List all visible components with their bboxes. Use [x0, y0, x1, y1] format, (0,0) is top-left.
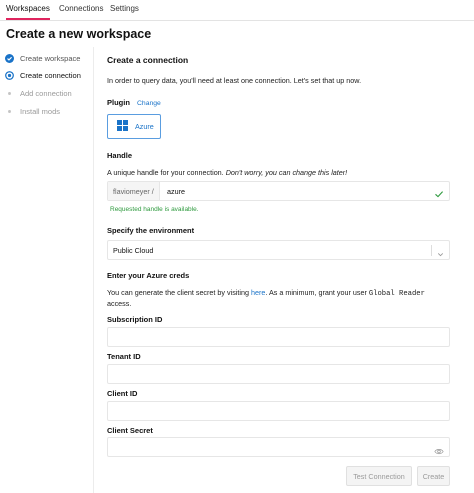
environment-selected: Public Cloud [113, 246, 154, 255]
dot-icon [5, 107, 14, 116]
eye-icon[interactable] [434, 443, 444, 461]
chevron-down-icon [436, 246, 445, 264]
select-divider [431, 245, 432, 256]
step-create-connection[interactable]: Create connection [5, 69, 81, 81]
tenant-id-label: Tenant ID [107, 352, 141, 361]
handle-status: Requested handle is available. [110, 206, 199, 213]
azure-logo-icon [117, 118, 128, 136]
environment-select[interactable]: Public Cloud [107, 240, 450, 260]
tenant-id-input[interactable] [107, 364, 450, 384]
check-circle-icon [5, 53, 14, 63]
top-navigation: Workspaces Connections Settings [0, 0, 474, 21]
step-create-workspace[interactable]: Create workspace [5, 52, 80, 64]
subscription-id-label: Subscription ID [107, 315, 163, 324]
create-button[interactable]: Create [417, 466, 450, 486]
radio-current-icon [5, 70, 14, 80]
creds-help-pre: You can generate the client secret by vi… [107, 288, 249, 297]
wizard-stepper: Create workspace Create connection Add c… [0, 47, 94, 493]
plugin-label: Plugin Change [107, 98, 161, 107]
handle-field[interactable]: flaviomeyer / azure [107, 181, 450, 201]
page-title: Create a new workspace [6, 27, 152, 41]
handle-help: A unique handle for your connection. Don… [107, 168, 347, 177]
creds-help-mid: . As a minimum, grant your user [265, 288, 367, 297]
step-label: Create connection [20, 70, 81, 80]
section-title: Create a connection [107, 55, 189, 65]
creds-help-line1: You can generate the client secret by vi… [107, 288, 425, 298]
step-add-connection: Add connection [5, 87, 72, 99]
creds-here-link[interactable]: here [251, 288, 265, 297]
handle-help-italic: Don't worry, you can change this later! [225, 168, 348, 177]
client-id-label: Client ID [107, 389, 138, 398]
plugin-label-text: Plugin [107, 98, 130, 107]
plugin-name: Azure [135, 122, 154, 131]
step-label: Add connection [20, 88, 72, 98]
client-secret-input[interactable] [107, 437, 450, 457]
creds-heading: Enter your Azure creds [107, 271, 190, 280]
tab-settings[interactable]: Settings [110, 4, 139, 13]
plugin-card-azure[interactable]: Azure [107, 114, 161, 139]
creds-help-line2: access. [107, 299, 132, 308]
dot-icon [5, 89, 14, 98]
subscription-id-input[interactable] [107, 327, 450, 347]
environment-label: Specify the environment [107, 226, 195, 235]
test-connection-button[interactable]: Test Connection [346, 466, 412, 486]
client-id-input[interactable] [107, 401, 450, 421]
tab-workspaces[interactable]: Workspaces [6, 4, 50, 20]
check-icon [434, 186, 444, 204]
handle-input[interactable]: azure [167, 187, 185, 196]
change-plugin-link[interactable]: Change [137, 100, 161, 107]
intro-text: In order to query data, you'll need at l… [107, 76, 362, 85]
handle-label: Handle [107, 151, 133, 160]
step-install-mods: Install mods [5, 105, 60, 117]
handle-prefix: flaviomeyer / [108, 182, 160, 200]
creds-role-code: Global Reader [368, 290, 425, 298]
client-secret-label: Client Secret [107, 426, 153, 435]
tab-connections[interactable]: Connections [59, 4, 103, 13]
handle-help-text: A unique handle for your connection. [107, 168, 224, 177]
step-label: Install mods [20, 106, 61, 116]
step-label: Create workspace [20, 53, 81, 63]
